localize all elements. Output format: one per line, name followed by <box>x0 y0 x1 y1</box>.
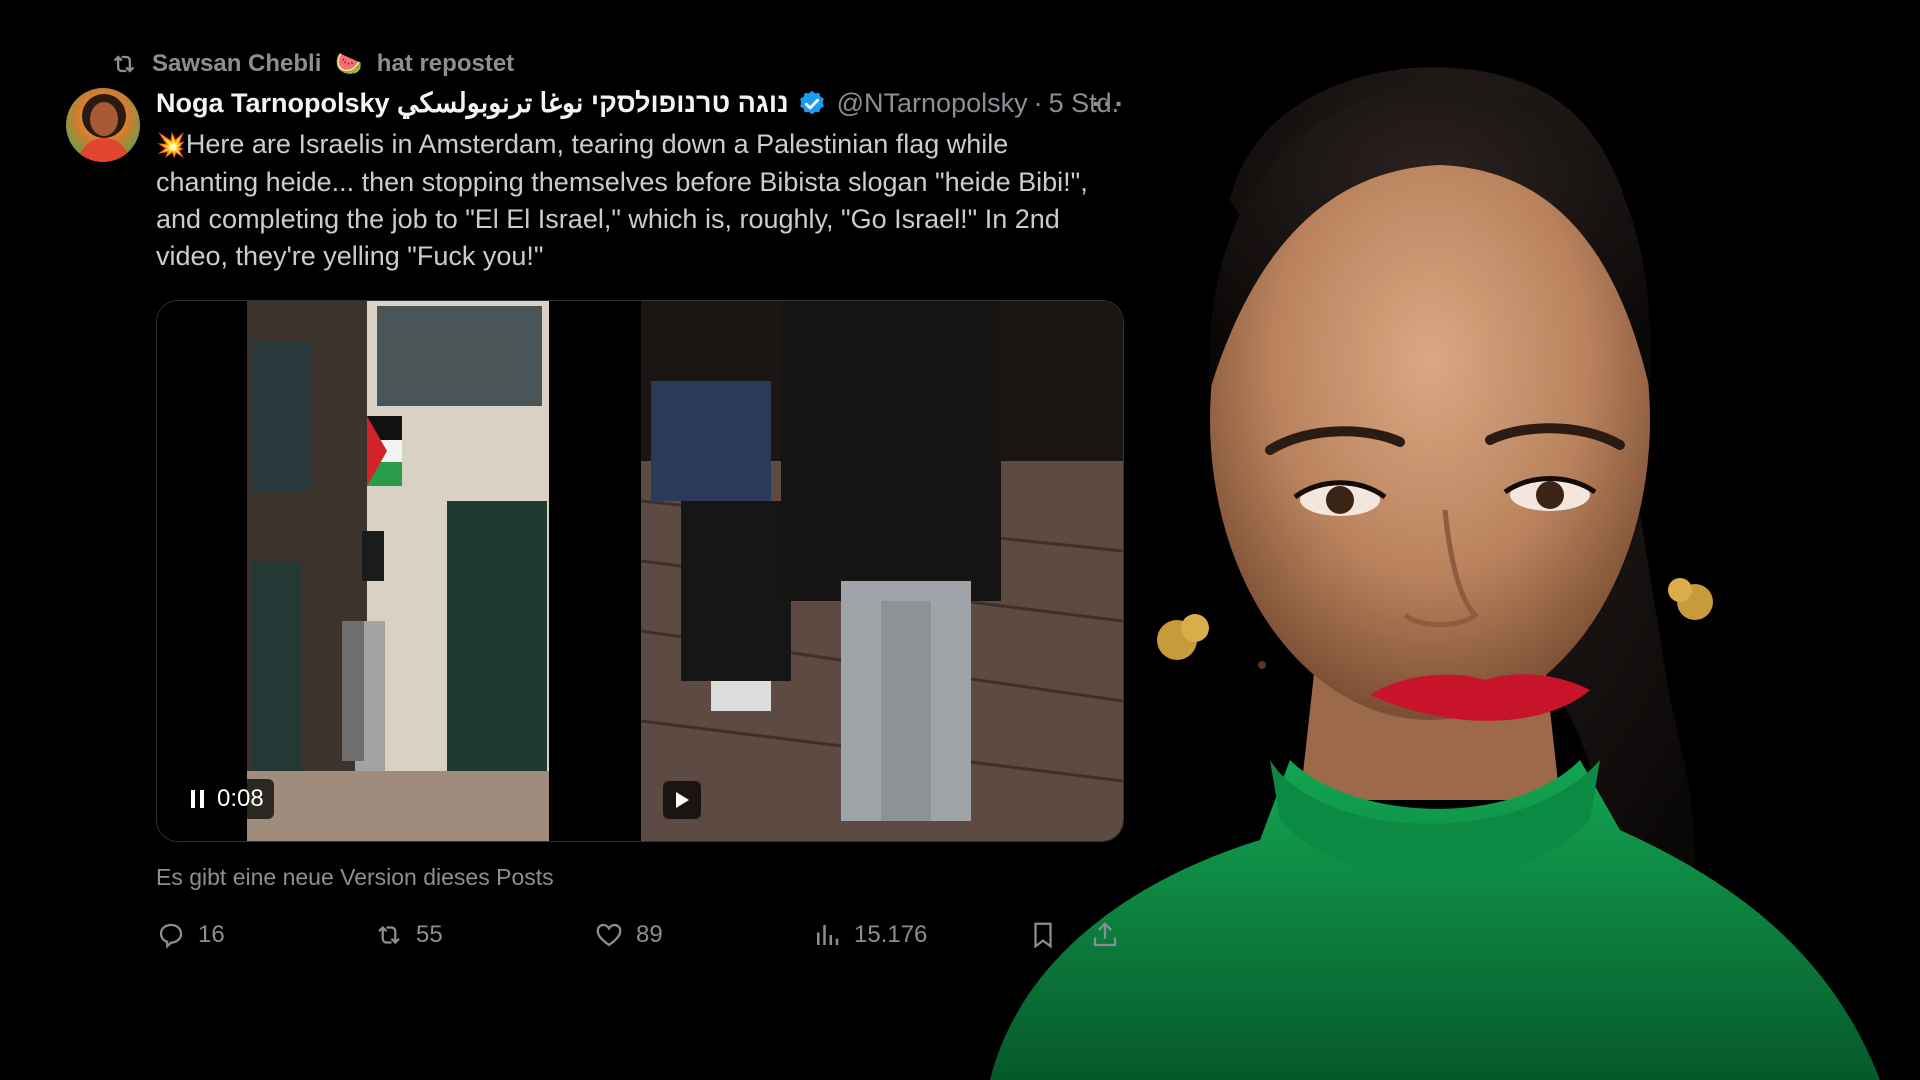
action-bar: 16 55 89 15.176 <box>156 920 1122 960</box>
video-2-controls[interactable] <box>663 781 701 819</box>
reply-count: 16 <box>198 921 225 948</box>
verified-badge-icon[interactable] <box>797 89 827 119</box>
like-count: 89 <box>636 921 663 948</box>
author-handle[interactable]: @NTarnopolsky <box>837 88 1028 119</box>
screen: Sawsan Chebli 🍉 hat repostet Noga Tarnop… <box>0 0 1920 1080</box>
video-2[interactable] <box>641 301 1123 841</box>
more-options-icon[interactable]: ··· <box>1092 88 1126 120</box>
post-header: Noga Tarnopolsky נוגה טרנופולסקי نوغا تر… <box>156 88 1126 119</box>
share-button[interactable] <box>1090 920 1120 950</box>
header-separator: · <box>1033 88 1043 118</box>
avatar[interactable] <box>66 88 140 162</box>
like-button[interactable]: 89 <box>594 920 663 950</box>
collision-emoji: 💥 <box>156 132 186 159</box>
repost-icon <box>378 925 400 945</box>
video-1-controls[interactable]: 0:08 <box>179 779 274 819</box>
pause-icon[interactable] <box>189 788 207 810</box>
reposter-name[interactable]: Sawsan Chebli <box>152 50 321 78</box>
media-grid: 0:08 <box>156 300 1124 842</box>
avatar-face <box>90 102 118 136</box>
reply-button[interactable]: 16 <box>156 920 225 950</box>
bookmark-button[interactable] <box>1028 920 1058 950</box>
repost-suffix: hat repostet <box>376 50 515 77</box>
heart-icon <box>596 923 622 947</box>
repost-icon <box>113 55 135 73</box>
bookmark-icon <box>1034 922 1052 949</box>
repost-indicator[interactable]: Sawsan Chebli 🍉 hat repostet <box>110 50 514 78</box>
reply-icon <box>159 923 183 949</box>
tweet-text: 💥Here are Israelis in Amsterdam, tearing… <box>156 126 1116 275</box>
repost-count: 55 <box>416 921 443 948</box>
author-display-name[interactable]: Noga Tarnopolsky נוגה טרנופולסקי نوغا تر… <box>156 88 789 119</box>
views-count: 15.176 <box>854 921 928 948</box>
views-icon <box>817 925 839 945</box>
watermelon-emoji: 🍉 <box>335 51 363 76</box>
tweet-body: Here are Israelis in Amsterdam, tearing … <box>156 129 1088 271</box>
share-icon <box>1093 922 1117 947</box>
video-1[interactable]: 0:08 <box>157 301 640 841</box>
new-version-notice[interactable]: Es gibt eine neue Version dieses Posts <box>156 864 554 891</box>
avatar-shirt <box>78 138 130 162</box>
views-button[interactable]: 15.176 <box>812 920 927 950</box>
play-icon[interactable] <box>673 790 691 810</box>
repost-button[interactable]: 55 <box>374 920 443 950</box>
video-1-time: 0:08 <box>217 785 264 812</box>
